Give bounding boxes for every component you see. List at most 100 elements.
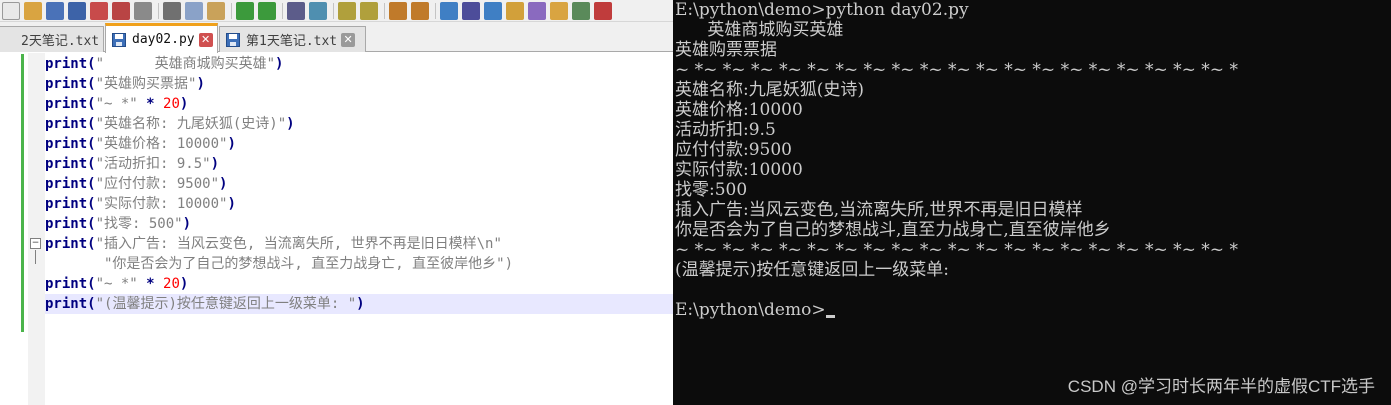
code-line[interactable]: print(" 英雄商城购买英雄") (45, 54, 673, 74)
terminal-output: E:\python\demo>python day02.py 英雄商城购买英雄英… (673, 0, 1391, 320)
terminal-line: 英雄商城购买英雄 (673, 20, 1391, 40)
code-string: "活动折扣: 9.5" (95, 156, 211, 172)
code-line[interactable]: print("(温馨提示)按任意键返回上一级菜单: ") (45, 294, 673, 314)
paste-icon[interactable] (207, 1, 225, 20)
code-line[interactable]: print("找零: 500") (45, 214, 673, 234)
code-keyword: print (45, 296, 88, 312)
code-number: 20 (163, 96, 180, 112)
code-line[interactable]: print("插入广告: 当风云变色, 当流离失所, 世界不再是旧日模样\n" (45, 234, 673, 254)
find-icon[interactable] (287, 1, 305, 20)
tab-bar: 2天笔记.txt ✕ day02.py ✕ 第1天笔记.txt ✕ (0, 22, 673, 53)
code-keyword: print (45, 56, 88, 72)
fold-toggle-icon[interactable]: − (30, 238, 41, 249)
fold-margin[interactable] (28, 53, 45, 405)
new-file-icon[interactable] (2, 1, 20, 20)
code-keyword: print (45, 116, 88, 132)
folder-workspace-icon[interactable] (550, 1, 568, 20)
code-number: 20 (163, 276, 180, 292)
record-macro-icon[interactable] (594, 1, 612, 20)
terminal-text: 活动折扣:9.5 (675, 120, 776, 140)
word-wrap-icon[interactable] (440, 1, 458, 20)
watermark: CSDN @学习时长两年半的虚假CTF选手 (1067, 377, 1375, 396)
code-line[interactable]: "你是否会为了自己的梦想战斗, 直至力战身亡, 直至彼岸他乡") (45, 254, 673, 274)
toolbar-separator (282, 2, 283, 19)
terminal-line: 英雄名称:九尾妖狐(史诗) (673, 80, 1391, 100)
code-string: "实际付款: 10000" (95, 196, 228, 212)
text-file-icon (1, 33, 15, 47)
terminal-line: 实际付款:10000 (673, 160, 1391, 180)
terminal-line: (温馨提示)按任意键返回上一级菜单: (673, 260, 1391, 280)
terminal-text: 英雄价格:10000 (675, 100, 803, 120)
terminal-text: 插入广告:当风云变色,当流离失所,世界不再是旧日模样 (675, 200, 1083, 220)
save-icon[interactable] (46, 1, 64, 20)
code-keyword: print (45, 176, 88, 192)
print-icon[interactable] (134, 1, 152, 20)
document-map-icon[interactable] (506, 1, 524, 20)
code-line[interactable]: print("应付付款: 9500") (45, 174, 673, 194)
code-string: "~ *" (95, 276, 138, 292)
close-tab-icon[interactable]: ✕ (198, 32, 213, 47)
tab-notes-day1[interactable]: 第1天笔记.txt ✕ (219, 26, 366, 52)
code-string: "英雄名称: 九尾妖狐(史诗)" (95, 116, 287, 132)
save-all-icon[interactable] (68, 1, 86, 20)
terminal-text: ~ *~ *~ *~ *~ *~ *~ *~ *~ *~ *~ *~ *~ *~… (675, 240, 1238, 260)
code-keyword: print (45, 236, 88, 252)
terminal-text: 找零:500 (675, 180, 748, 200)
toolbar-separator (231, 2, 232, 19)
close-all-icon[interactable] (112, 1, 130, 20)
zoom-out-icon[interactable] (360, 1, 378, 20)
function-list-icon[interactable] (528, 1, 546, 20)
code-line[interactable]: print("英雄购买票据") (45, 74, 673, 94)
code-string: "你是否会为了自己的梦想战斗, 直至力战身亡, 直至彼岸他乡") (45, 256, 514, 272)
code-string: "~ *" (95, 96, 138, 112)
terminal-text: 实际付款:10000 (675, 160, 803, 180)
code-keyword: print (45, 216, 88, 232)
code-line[interactable]: print("实际付款: 10000") (45, 194, 673, 214)
close-tab-icon[interactable]: ✕ (341, 32, 356, 47)
terminal-text: 英雄购票票据 (675, 40, 777, 60)
close-file-icon[interactable] (90, 1, 108, 20)
code-keyword: print (45, 136, 88, 152)
save-disk-icon (226, 32, 240, 47)
terminal-line: 找零:500 (673, 180, 1391, 200)
toolbar-separator (384, 2, 385, 19)
zoom-in-icon[interactable] (338, 1, 356, 20)
redo-icon[interactable] (258, 1, 276, 20)
tab-day02-py[interactable]: day02.py ✕ (105, 23, 218, 53)
terminal-line: ~ *~ *~ *~ *~ *~ *~ *~ *~ *~ *~ *~ *~ *~… (673, 60, 1391, 80)
change-history-bar (21, 54, 24, 332)
open-folder-icon[interactable] (24, 1, 42, 20)
undo-icon[interactable] (236, 1, 254, 20)
code-editor-window: 2天笔记.txt ✕ day02.py ✕ 第1天笔记.txt ✕ − prin… (0, 0, 673, 405)
sync-horizontal-icon[interactable] (411, 1, 429, 20)
terminal-line: 活动折扣:9.5 (673, 120, 1391, 140)
cut-icon[interactable] (163, 1, 181, 20)
code-keyword: print (45, 156, 88, 172)
terminal-line: ~ *~ *~ *~ *~ *~ *~ *~ *~ *~ *~ *~ *~ *~… (673, 240, 1391, 260)
tab-notes-day2[interactable]: 2天笔记.txt ✕ (0, 26, 104, 52)
terminal-line: E:\python\demo> (673, 300, 1391, 320)
code-line[interactable]: print("~ *" * 20) (45, 94, 673, 114)
tab-label: 第1天笔记.txt (246, 34, 338, 49)
code-string: " 英雄商城购买英雄" (95, 56, 276, 72)
terminal-text: E:\python\demo> (675, 300, 826, 320)
copy-icon[interactable] (185, 1, 203, 20)
code-line[interactable]: print("英雄名称: 九尾妖狐(史诗)") (45, 114, 673, 134)
code-line[interactable]: print("英雄价格: 10000") (45, 134, 673, 154)
code-operator: * (137, 276, 164, 292)
code-line[interactable]: print("活动折扣: 9.5") (45, 154, 673, 174)
code-area[interactable]: print(" 英雄商城购买英雄") print("英雄购买票据") print("… (45, 54, 673, 314)
fold-guide-line (35, 250, 36, 264)
code-line[interactable]: print("~ *" * 20) (45, 274, 673, 294)
terminal-window: E:\python\demo>python day02.py 英雄商城购买英雄英… (673, 0, 1391, 405)
sync-vertical-icon[interactable] (389, 1, 407, 20)
close-tab-icon[interactable]: ✕ (103, 33, 104, 47)
indent-guide-icon[interactable] (484, 1, 502, 20)
code-keyword: print (45, 196, 88, 212)
replace-icon[interactable] (309, 1, 327, 20)
show-all-chars-icon[interactable] (462, 1, 480, 20)
terminal-text: 英雄名称:九尾妖狐(史诗) (675, 80, 864, 100)
monitoring-icon[interactable] (572, 1, 590, 20)
terminal-text: 英雄商城购买英雄 (675, 20, 844, 40)
